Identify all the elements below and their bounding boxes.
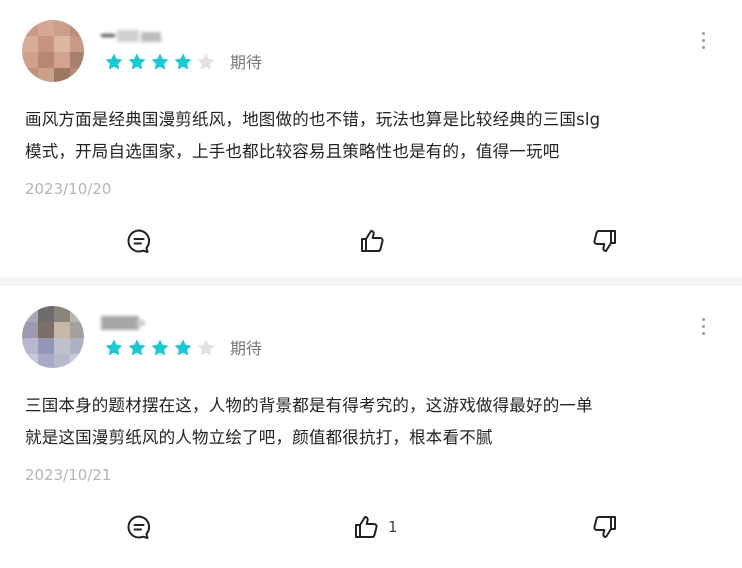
review-date: 2023/10/21 — [25, 466, 112, 484]
comment-button[interactable] — [125, 226, 153, 256]
review-text-line: 画风方面是经典国漫剪纸风，地图做的也不错，玩法也算是比较经典的三国slg — [25, 110, 601, 129]
avatar[interactable] — [22, 20, 84, 82]
review-text: 画风方面是经典国漫剪纸风，地图做的也不错，玩法也算是比较经典的三国slg 模式，… — [25, 104, 720, 168]
review-card: 期待 三国本身的题材摆在这，人物的背景都是有得考究的，这游戏做得最好的一单 就是… — [0, 277, 742, 568]
more-vertical-icon[interactable] — [698, 318, 708, 338]
review-text-line: 三国本身的题材摆在这，人物的背景都是有得考究的，这游戏做得最好的一单 — [25, 396, 593, 415]
dislike-button[interactable] — [591, 512, 619, 542]
review-text: 三国本身的题材摆在这，人物的背景都是有得考究的，这游戏做得最好的一单 就是这国漫… — [25, 390, 720, 454]
username-blurred[interactable] — [101, 312, 171, 330]
action-bar — [0, 226, 742, 258]
star-empty-icon — [197, 339, 215, 356]
like-button[interactable] — [358, 226, 394, 256]
star-filled-icon — [128, 53, 146, 70]
star-filled-icon — [105, 339, 123, 356]
more-vertical-icon[interactable] — [698, 32, 708, 52]
thumbs-down-icon — [593, 516, 616, 538]
dislike-button[interactable] — [591, 226, 619, 256]
comment-button[interactable] — [125, 512, 153, 542]
star-filled-icon — [151, 53, 169, 70]
thumbs-up-icon — [355, 516, 378, 538]
review-text-line: 模式，开局自选国家，上手也都比较容易且策略性也是有的，值得一玩吧 — [25, 142, 560, 161]
rating-stars — [104, 52, 216, 72]
star-filled-icon — [174, 339, 192, 356]
star-filled-icon — [151, 339, 169, 356]
status-label: 期待 — [230, 53, 263, 72]
star-filled-icon — [128, 339, 146, 356]
star-filled-icon — [174, 53, 192, 70]
star-filled-icon — [105, 53, 123, 70]
rating-stars — [104, 338, 216, 358]
review-text-line: 就是这国漫剪纸风的人物立绘了吧，颜值都很抗打，根本看不腻 — [25, 428, 493, 447]
thumbs-down-icon — [593, 230, 616, 252]
username-blurred[interactable] — [101, 26, 171, 44]
avatar[interactable] — [22, 306, 84, 368]
like-button[interactable]: 1 — [352, 512, 398, 542]
comment-icon — [127, 515, 151, 539]
action-bar: 1 — [0, 512, 742, 544]
comment-icon — [127, 229, 151, 253]
review-date: 2023/10/20 — [25, 180, 112, 198]
star-empty-icon — [197, 53, 215, 70]
review-card: 期待 画风方面是经典国漫剪纸风，地图做的也不错，玩法也算是比较经典的三国slg … — [0, 0, 742, 277]
thumbs-up-icon — [361, 230, 384, 252]
like-count: 1 — [388, 518, 398, 536]
status-label: 期待 — [230, 339, 263, 358]
